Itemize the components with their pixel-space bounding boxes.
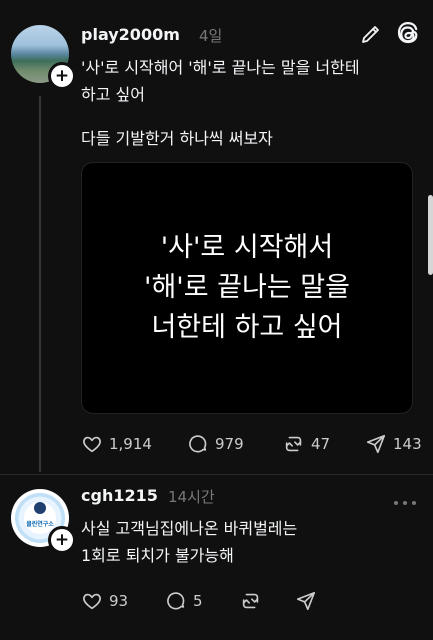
share-icon: [366, 434, 386, 454]
thread-line: [39, 96, 41, 472]
repost-icon: [242, 593, 259, 609]
repost-count: 47: [311, 435, 331, 453]
post-username[interactable]: play2000m: [81, 25, 180, 44]
mascot-icon: [34, 502, 46, 514]
share-button[interactable]: 143: [365, 433, 422, 455]
like-button[interactable]: 1,914: [81, 433, 152, 455]
reply-text-line-2: 1회로 퇴치가 불가능해: [81, 546, 234, 565]
scrollbar-thumb[interactable]: [428, 195, 433, 275]
more-options-icon[interactable]: [393, 492, 417, 505]
post-image[interactable]: '사'로 시작해서 '해'로 끝나는 말을 너한테 하고 싶어: [81, 162, 413, 414]
post-text-line-1: '사'로 시작해어 '해'로 끝나는 말을 너한테: [81, 58, 360, 77]
post-text-line-3: 다들 기발한거 하나씩 써보자: [81, 129, 273, 148]
reply-username[interactable]: cgh1215: [81, 486, 158, 505]
reply-follow-plus-button[interactable]: +: [48, 526, 76, 554]
like-count: 1,914: [109, 435, 152, 453]
reply-text-line-1: 사실 고객님집에나온 바퀴벌레는: [81, 519, 298, 538]
heart-icon: [83, 593, 101, 610]
comment-count: 979: [215, 435, 244, 453]
image-text-line-2: '해'로 끝나는 말을: [144, 272, 350, 303]
repost-icon: [285, 436, 302, 452]
reply-time: 14시간: [168, 488, 215, 506]
reply-share-button[interactable]: [295, 590, 317, 612]
reply-comment-button[interactable]: 5: [165, 590, 203, 612]
comment-icon: [189, 435, 207, 453]
edit-icon[interactable]: [359, 22, 383, 46]
post-time: 4일: [199, 27, 223, 45]
divider: [0, 474, 433, 475]
comment-button[interactable]: 979: [187, 433, 244, 455]
share-count: 143: [393, 435, 422, 453]
heart-icon: [83, 436, 101, 453]
image-text-line-1: '사'로 시작해서: [160, 232, 334, 263]
threads-logo-icon[interactable]: [395, 21, 421, 47]
reply-comment-count: 5: [193, 592, 203, 610]
reply-like-button[interactable]: 93: [81, 590, 128, 612]
post-text-line-2: 하고 싶어: [81, 85, 145, 104]
share-icon: [296, 591, 316, 611]
repost-button[interactable]: 47: [283, 433, 330, 455]
reply-like-count: 93: [109, 592, 129, 610]
comment-icon: [167, 592, 185, 610]
reply-repost-button[interactable]: [240, 590, 262, 612]
follow-plus-button[interactable]: +: [48, 62, 76, 90]
image-text-line-3: 너한테 하고 싶어: [151, 312, 343, 343]
